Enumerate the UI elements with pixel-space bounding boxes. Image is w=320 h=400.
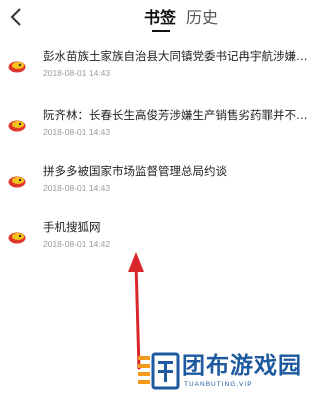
- bookmark-title: 拼多多被国家市场监督管理总局约谈: [43, 164, 227, 178]
- sohu-fox-icon: [8, 176, 26, 188]
- watermark: 团布游戏园 TUANBUTING.VIP: [136, 350, 312, 398]
- watermark-text: 团布游戏园: [182, 353, 302, 379]
- sohu-fox-icon: [8, 120, 26, 132]
- watermark-url: TUANBUTING.VIP: [184, 381, 253, 388]
- bookmark-time: 2018-08-01 14:42: [43, 239, 111, 249]
- bookmark-time: 2018-08-01 14:43: [43, 127, 111, 137]
- bookmark-title: 彭水苗族土家族自治县大同镇党委书记冉宇航涉嫌严…: [43, 49, 308, 63]
- bookmark-item[interactable]: 手机搜狐网 2018-08-01 14:42: [0, 215, 320, 259]
- bookmark-title: 阮齐林：长春长生高俊芳涉嫌生产销售劣药罪并不是…: [43, 108, 308, 122]
- bookmark-time: 2018-08-01 14:43: [43, 68, 111, 78]
- bookmark-time: 2018-08-01 14:43: [43, 183, 111, 193]
- sohu-fox-icon: [8, 232, 26, 244]
- sohu-fox-icon: [8, 61, 26, 73]
- bookmark-item[interactable]: 阮齐林：长春长生高俊芳涉嫌生产销售劣药罪并不是… 2018-08-01 14:4…: [0, 103, 320, 147]
- bookmark-title: 手机搜狐网: [43, 220, 101, 234]
- top-bar: 书签 历史: [0, 0, 320, 36]
- bookmark-item[interactable]: 彭水苗族土家族自治县大同镇党委书记冉宇航涉嫌严… 2018-08-01 14:4…: [0, 44, 320, 88]
- back-button[interactable]: [6, 6, 26, 28]
- bookmark-item[interactable]: 拼多多被国家市场监督管理总局约谈 2018-08-01 14:43: [0, 159, 320, 203]
- chevron-left-icon: [10, 8, 21, 26]
- active-tab-indicator: [152, 30, 170, 32]
- watermark-logo-icon: [138, 352, 180, 390]
- tab-history[interactable]: 历史: [186, 8, 218, 28]
- tab-bookmarks[interactable]: 书签: [144, 8, 176, 28]
